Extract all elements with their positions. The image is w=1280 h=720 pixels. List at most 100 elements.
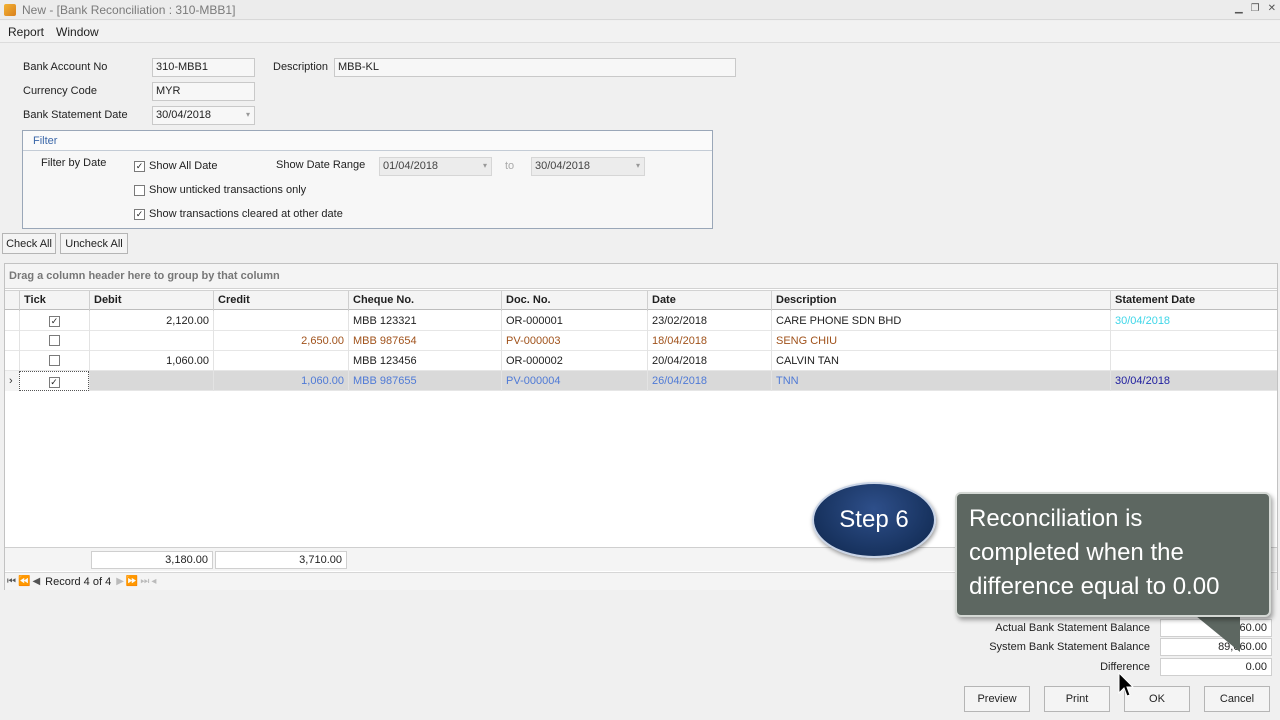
table-row[interactable]: 2,650.00 MBB 987654 PV-000003 18/04/2018…: [5, 331, 1277, 351]
date-cell: 18/04/2018: [647, 331, 771, 351]
col-description[interactable]: Description: [771, 291, 1110, 311]
next-page-icon[interactable]: ⏩: [126, 576, 138, 587]
cheque-cell: MBB 123321: [348, 311, 501, 331]
tick-checkbox[interactable]: [49, 335, 60, 346]
cheque-cell: MBB 987654: [348, 331, 501, 351]
tutorial-callout: Reconciliation is completed when the dif…: [955, 492, 1271, 617]
statement-date-cell[interactable]: 30/04/2018: [1110, 371, 1278, 391]
tick-checkbox[interactable]: ✓: [48, 377, 60, 388]
cheque-cell: MBB 987655: [348, 371, 501, 391]
show-unticked-label: Show unticked transactions only: [149, 184, 307, 196]
bank-account-label: Bank Account No: [23, 61, 108, 73]
table-row[interactable]: 1,060.00 MBB 123456 OR-000002 20/04/2018…: [5, 351, 1277, 371]
statement-date-cell[interactable]: 30/04/2018: [1110, 311, 1278, 331]
show-date-range-label: Show Date Range: [276, 159, 366, 171]
col-statement-date[interactable]: Statement Date: [1110, 291, 1278, 311]
chevron-down-icon[interactable]: ▾: [246, 110, 250, 119]
currency-label: Currency Code: [23, 85, 97, 97]
row-indicator: [5, 351, 19, 371]
system-balance-label: System Bank Statement Balance: [989, 641, 1150, 653]
row-indicator: [5, 331, 19, 351]
scroll-left-icon[interactable]: ◂: [151, 576, 156, 587]
show-all-date-checkbox[interactable]: ✓: [134, 160, 145, 172]
col-credit[interactable]: Credit: [213, 291, 348, 311]
grid-header: Tick Debit Credit Cheque No. Doc. No. Da…: [5, 290, 1278, 311]
show-cleared-checkbox[interactable]: ✓: [134, 208, 145, 220]
next-record-icon[interactable]: ▶: [116, 576, 124, 587]
tick-cell[interactable]: [19, 331, 89, 351]
filter-by-date-label: Filter by Date: [41, 157, 107, 169]
debit-cell: [89, 331, 213, 351]
tick-checkbox[interactable]: ✓: [49, 316, 60, 327]
difference-field: 0.00: [1160, 658, 1272, 676]
window-controls: ▁ ❐ ✕: [1235, 3, 1276, 14]
preview-button[interactable]: Preview: [964, 686, 1030, 712]
uncheck-all-button[interactable]: Uncheck All: [60, 233, 128, 254]
debit-cell: 1,060.00: [89, 351, 213, 371]
record-counter: Record 4 of 4: [45, 575, 112, 588]
currency-field[interactable]: MYR: [152, 82, 255, 101]
show-unticked-option[interactable]: Show unticked transactions only: [134, 184, 306, 196]
prev-page-icon[interactable]: ⏪: [18, 576, 30, 587]
date-to-picker[interactable]: 30/04/2018 ▾: [531, 157, 645, 176]
tick-cell[interactable]: [19, 351, 89, 371]
last-record-icon[interactable]: ⏭: [140, 576, 149, 587]
debit-cell: [89, 371, 213, 391]
statement-date-cell[interactable]: [1110, 351, 1278, 371]
credit-cell: [213, 351, 348, 371]
show-all-date-label: Show All Date: [149, 160, 218, 172]
statement-date-picker[interactable]: 30/04/2018 ▾: [152, 106, 255, 125]
restore-icon[interactable]: ❐: [1251, 3, 1260, 14]
tick-cell[interactable]: ✓: [19, 371, 89, 391]
description-field[interactable]: MBB-KL: [334, 58, 736, 77]
step-badge: Step 6: [812, 482, 936, 558]
table-row[interactable]: ✓ 2,120.00 MBB 123321 OR-000001 23/02/20…: [5, 311, 1277, 331]
menu-bar: Report Window: [0, 21, 1280, 43]
callout-pointer: [1196, 616, 1240, 652]
app-icon: [4, 3, 16, 16]
show-all-date-option[interactable]: ✓ Show All Date: [134, 160, 217, 172]
bank-account-field[interactable]: 310-MBB1: [152, 58, 255, 77]
close-icon[interactable]: ✕: [1268, 3, 1276, 14]
tick-checkbox[interactable]: [49, 355, 60, 366]
credit-cell: 1,060.00: [213, 371, 348, 391]
filter-panel: Filter: [22, 130, 713, 229]
statement-date-cell[interactable]: [1110, 331, 1278, 351]
first-record-icon[interactable]: ⏮: [7, 576, 16, 587]
menu-report[interactable]: Report: [8, 25, 44, 39]
show-cleared-option[interactable]: ✓ Show transactions cleared at other dat…: [134, 208, 343, 220]
window-title: New - [Bank Reconciliation : 310-MBB1]: [22, 2, 236, 17]
col-date[interactable]: Date: [647, 291, 771, 311]
date-to-value: 30/04/2018: [535, 160, 591, 172]
check-all-button[interactable]: Check All: [2, 233, 56, 254]
col-tick[interactable]: Tick: [19, 291, 89, 311]
col-cheque-no[interactable]: Cheque No.: [348, 291, 501, 311]
actual-balance-label: Actual Bank Statement Balance: [995, 622, 1150, 634]
description-cell: SENG CHIU: [771, 331, 1110, 351]
group-panel[interactable]: Drag a column header here to group by th…: [5, 264, 1277, 289]
table-row-selected[interactable]: › ✓ 1,060.00 MBB 987655 PV-000004 26/04/…: [5, 371, 1277, 391]
cancel-button[interactable]: Cancel: [1204, 686, 1270, 712]
date-cell: 26/04/2018: [647, 371, 771, 391]
show-unticked-checkbox[interactable]: [134, 184, 145, 196]
prev-record-icon[interactable]: ◀: [32, 576, 40, 587]
col-doc-no[interactable]: Doc. No.: [501, 291, 647, 311]
total-debit: 3,180.00: [91, 551, 213, 569]
row-indicator: [5, 311, 19, 331]
description-cell: TNN: [771, 371, 1110, 391]
credit-cell: 2,650.00: [213, 331, 348, 351]
date-from-picker[interactable]: 01/04/2018 ▾: [379, 157, 492, 176]
chevron-down-icon[interactable]: ▾: [636, 161, 640, 170]
total-credit: 3,710.00: [215, 551, 347, 569]
description-cell: CALVIN TAN: [771, 351, 1110, 371]
doc-cell: PV-000004: [501, 371, 647, 391]
doc-cell: OR-000002: [501, 351, 647, 371]
mouse-cursor-icon: [1118, 671, 1135, 701]
col-debit[interactable]: Debit: [89, 291, 213, 311]
doc-cell: PV-000003: [501, 331, 647, 351]
tick-cell[interactable]: ✓: [19, 311, 89, 331]
menu-window[interactable]: Window: [56, 25, 99, 39]
chevron-down-icon[interactable]: ▾: [483, 161, 487, 170]
minimize-icon[interactable]: ▁: [1235, 3, 1243, 14]
print-button[interactable]: Print: [1044, 686, 1110, 712]
